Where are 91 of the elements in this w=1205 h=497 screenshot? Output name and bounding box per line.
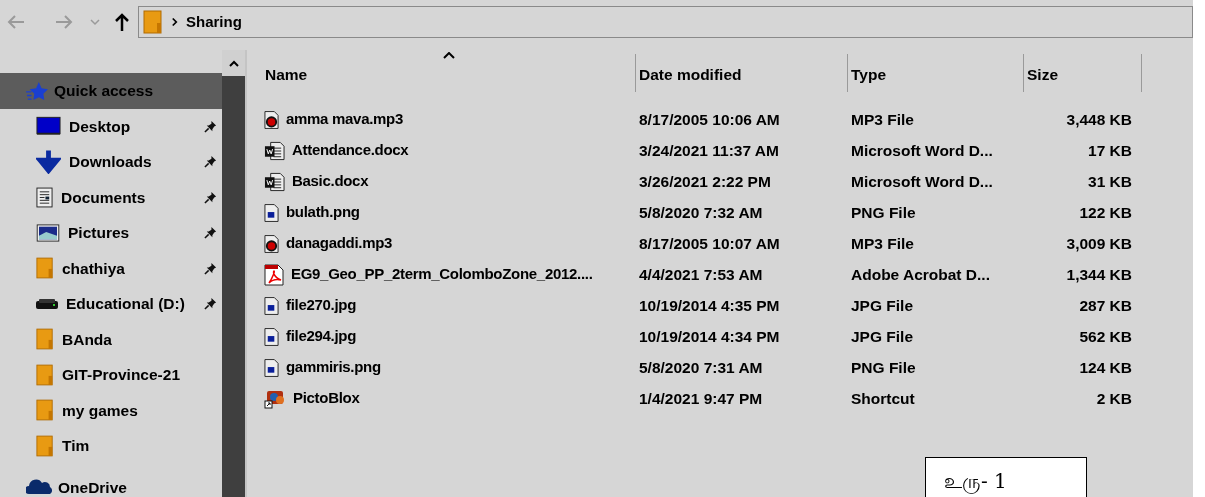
file-name[interactable]: Basic.docx bbox=[292, 170, 369, 193]
pdf-file-icon bbox=[264, 263, 284, 286]
word-document-icon bbox=[264, 140, 285, 161]
column-header[interactable]: Date modified bbox=[636, 54, 848, 92]
pin-icon[interactable] bbox=[204, 226, 217, 240]
file-type: Shortcut bbox=[851, 389, 915, 407]
file-name[interactable]: Attendance.docx bbox=[292, 139, 409, 162]
pin-icon[interactable] bbox=[204, 261, 217, 275]
date-modified: 5/8/2020 7:32 AM bbox=[639, 203, 763, 221]
file-size: 122 KB bbox=[1079, 203, 1132, 221]
column-header[interactable]: Size bbox=[1024, 54, 1142, 92]
column-header[interactable]: Type bbox=[848, 54, 1024, 92]
image-file-icon bbox=[264, 202, 279, 223]
audio-file-icon bbox=[264, 233, 279, 254]
file-name[interactable]: danagaddi.mp3 bbox=[286, 232, 393, 255]
nav-item[interactable]: BAnda bbox=[0, 321, 222, 357]
pin-icon[interactable] bbox=[204, 190, 217, 204]
pin-icon[interactable] bbox=[204, 155, 217, 169]
landscape-icon bbox=[36, 223, 60, 242]
file-name[interactable]: gammiris.png bbox=[286, 356, 381, 379]
nav-item[interactable]: Pictures bbox=[0, 215, 222, 251]
nav-item[interactable]: Tim bbox=[0, 428, 222, 464]
nav-item[interactable]: Educational (D:) bbox=[0, 286, 222, 322]
nav-item[interactable]: Desktop bbox=[0, 108, 222, 144]
file-size: 1,344 KB bbox=[1066, 265, 1132, 283]
image-file-icon bbox=[264, 295, 279, 316]
nav-item[interactable]: Downloads bbox=[0, 144, 222, 180]
date-modified: 4/4/2021 7:53 AM bbox=[639, 265, 763, 283]
folder-icon bbox=[36, 399, 54, 422]
image-file-icon bbox=[264, 357, 279, 378]
nav-item[interactable]: OneDrive bbox=[0, 469, 222, 497]
up-arrow-icon[interactable] bbox=[114, 12, 130, 32]
nav-item[interactable]: Documents bbox=[0, 179, 222, 215]
date-modified: 8/17/2005 10:06 AM bbox=[639, 110, 780, 128]
file-type: JPG File bbox=[851, 327, 914, 345]
breadcrumb[interactable]: Sharing bbox=[186, 10, 242, 34]
figure-caption: உரு- 1 bbox=[925, 457, 1087, 497]
chevron-right-icon bbox=[171, 17, 178, 27]
file-size: 562 KB bbox=[1079, 327, 1132, 345]
address-bar[interactable]: Sharing bbox=[138, 6, 1193, 38]
file-size: 31 KB bbox=[1088, 172, 1132, 190]
date-modified: 10/19/2014 4:35 PM bbox=[639, 296, 780, 314]
scroll-up-icon[interactable] bbox=[228, 59, 239, 67]
down-arrow-icon bbox=[36, 149, 61, 174]
date-modified: 3/26/2021 2:22 PM bbox=[639, 172, 771, 190]
file-name[interactable]: file294.jpg bbox=[286, 325, 357, 348]
audio-file-icon bbox=[264, 109, 279, 130]
file-name[interactable]: EG9_Geo_PP_2term_ColomboZone_2012.... bbox=[291, 263, 593, 286]
file-type: MP3 File bbox=[851, 234, 914, 252]
file-name[interactable]: file270.jpg bbox=[286, 294, 357, 317]
file-type: PNG File bbox=[851, 203, 916, 221]
drive-icon bbox=[36, 298, 58, 309]
image-file-icon bbox=[264, 326, 279, 347]
folder-icon bbox=[36, 257, 54, 280]
document-icon bbox=[36, 186, 53, 208]
file-size: 124 KB bbox=[1079, 358, 1132, 376]
scrollbar[interactable] bbox=[222, 50, 245, 497]
robot-shortcut-icon bbox=[264, 388, 286, 409]
file-size: 2 KB bbox=[1096, 389, 1132, 407]
pin-icon[interactable] bbox=[204, 297, 217, 311]
column-header[interactable]: Name bbox=[262, 54, 636, 92]
file-type: Microsoft Word D... bbox=[851, 172, 993, 190]
file-type: JPG File bbox=[851, 296, 914, 314]
folder-icon bbox=[36, 328, 54, 351]
star-icon bbox=[26, 80, 48, 101]
file-size: 3,009 KB bbox=[1066, 234, 1132, 252]
file-type: Adobe Acrobat D... bbox=[851, 265, 990, 283]
file-size: 287 KB bbox=[1079, 296, 1132, 314]
file-type: PNG File bbox=[851, 358, 916, 376]
cloud-icon bbox=[26, 479, 52, 496]
pin-icon[interactable] bbox=[204, 119, 217, 133]
folder-icon bbox=[36, 434, 54, 457]
date-modified: 5/8/2020 7:31 AM bbox=[639, 358, 763, 376]
folder-icon bbox=[36, 363, 54, 386]
folder-icon bbox=[143, 10, 163, 34]
file-name[interactable]: PictoBlox bbox=[293, 387, 360, 410]
file-name[interactable]: amma mava.mp3 bbox=[286, 108, 403, 131]
nav-item[interactable]: chathiya bbox=[0, 250, 222, 286]
monitor-icon bbox=[36, 116, 61, 137]
file-size: 3,448 KB bbox=[1066, 110, 1132, 128]
word-document-icon bbox=[264, 171, 285, 192]
date-modified: 10/19/2014 4:34 PM bbox=[639, 327, 780, 345]
file-type: MP3 File bbox=[851, 110, 914, 128]
file-type: Microsoft Word D... bbox=[851, 141, 993, 159]
file-name[interactable]: bulath.png bbox=[286, 201, 360, 224]
date-modified: 8/17/2005 10:07 AM bbox=[639, 234, 780, 252]
date-modified: 1/4/2021 9:47 PM bbox=[639, 389, 763, 407]
date-modified: 3/24/2021 11:37 AM bbox=[639, 141, 779, 159]
nav-item[interactable]: GIT-Province-21 bbox=[0, 357, 222, 393]
file-size: 17 KB bbox=[1088, 141, 1132, 159]
nav-item[interactable]: my games bbox=[0, 392, 222, 428]
